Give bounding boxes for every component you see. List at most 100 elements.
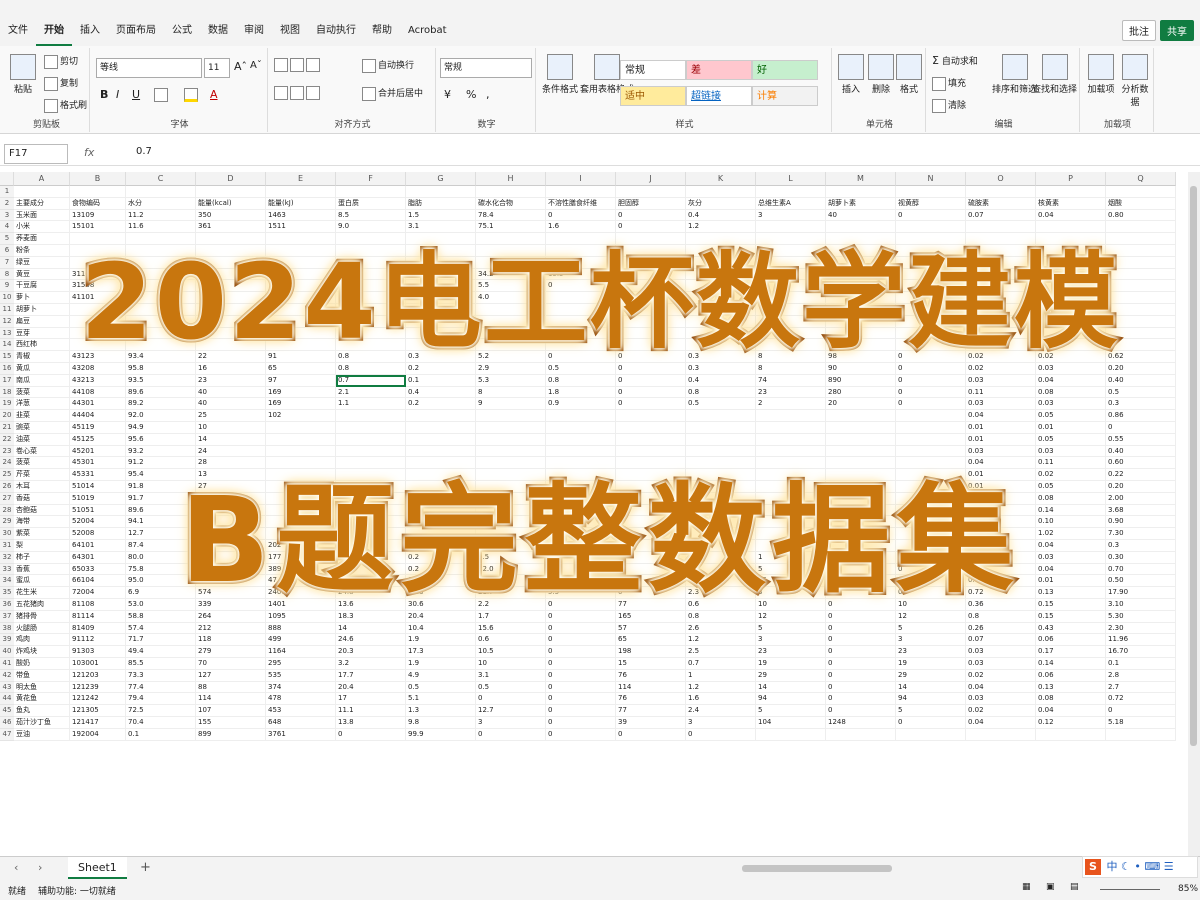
menu-tab-1[interactable]: 开始	[36, 16, 72, 46]
table-cell[interactable]: 0.08	[1036, 693, 1106, 706]
table-cell[interactable]	[476, 410, 546, 422]
table-cell[interactable]: 0.4	[406, 386, 476, 399]
table-cell[interactable]: 洋葱	[14, 398, 70, 411]
header-cell[interactable]: 核黄素	[1036, 197, 1106, 210]
table-cell[interactable]: 0	[826, 646, 896, 658]
table-cell[interactable]: 0	[546, 658, 616, 670]
table-cell[interactable]	[266, 186, 336, 198]
table-cell[interactable]: 95.6	[126, 433, 196, 446]
table-cell[interactable]: 带鱼	[14, 669, 70, 682]
table-cell[interactable]	[756, 422, 826, 434]
menu-tab-4[interactable]: 公式	[164, 16, 200, 46]
table-cell[interactable]: 0	[1106, 422, 1176, 434]
table-cell[interactable]: 0	[546, 693, 616, 706]
table-cell[interactable]	[966, 728, 1036, 741]
table-cell[interactable]: 0	[896, 398, 966, 411]
table-cell[interactable]: 0.03	[966, 646, 1036, 658]
header-cell[interactable]: 碳水化合物	[476, 197, 546, 210]
table-cell[interactable]	[266, 422, 336, 434]
row-header[interactable]: 46	[0, 717, 14, 729]
header-cell[interactable]: 脂肪	[406, 197, 476, 210]
table-cell[interactable]: 豆油	[14, 728, 70, 741]
column-header-J[interactable]: J	[616, 172, 686, 186]
table-cell[interactable]: 酸奶	[14, 658, 70, 670]
table-cell[interactable]	[476, 445, 546, 458]
table-cell[interactable]: 0	[616, 728, 686, 741]
table-cell[interactable]	[896, 433, 966, 446]
table-cell[interactable]: 2.4	[686, 705, 756, 717]
table-cell[interactable]: 5	[896, 705, 966, 717]
column-header-Q[interactable]: Q	[1106, 172, 1176, 186]
table-cell[interactable]: 0.06	[1036, 669, 1106, 682]
table-cell[interactable]: 17.7	[336, 669, 406, 682]
format-cells-button[interactable]: 格式	[896, 54, 922, 95]
table-cell[interactable]: 0.03	[966, 693, 1036, 706]
table-cell[interactable]: 14	[196, 433, 266, 446]
table-cell[interactable]	[14, 186, 70, 198]
table-cell[interactable]: 23	[196, 374, 266, 387]
table-cell[interactable]: 0	[476, 728, 546, 741]
table-cell[interactable]: 0.04	[1036, 374, 1106, 387]
analyze-data-button[interactable]: 分析数据	[1120, 54, 1150, 108]
table-cell[interactable]: 3	[756, 209, 826, 222]
table-cell[interactable]: 0.01	[966, 433, 1036, 446]
table-cell[interactable]	[1106, 186, 1176, 198]
table-cell[interactable]: 0	[336, 728, 406, 741]
menu-tab-10[interactable]: Acrobat	[400, 16, 455, 46]
wrap-text-button[interactable]: 自动换行	[362, 58, 414, 73]
table-cell[interactable]: 0.04	[966, 717, 1036, 729]
table-cell[interactable]: 169	[266, 398, 336, 411]
table-cell[interactable]: 121239	[70, 681, 126, 694]
cut-button[interactable]: 剪切	[44, 54, 78, 69]
table-cell[interactable]: 280	[826, 386, 896, 399]
table-cell[interactable]: 0.05	[1036, 433, 1106, 446]
formula-input[interactable]: 0.7	[136, 146, 152, 157]
table-cell[interactable]: 0	[616, 374, 686, 387]
table-cell[interactable]: 77	[616, 705, 686, 717]
table-cell[interactable]: 478	[266, 693, 336, 706]
header-cell[interactable]: 胡萝卜素	[826, 197, 896, 210]
row-header[interactable]: 18	[0, 386, 14, 399]
column-header-A[interactable]: A	[14, 172, 70, 186]
row-header[interactable]: 21	[0, 422, 14, 434]
table-cell[interactable]: 3.2	[336, 658, 406, 670]
table-cell[interactable]: 93.2	[126, 445, 196, 458]
row-header[interactable]: 20	[0, 410, 14, 422]
table-cell[interactable]: 0.01	[966, 422, 1036, 434]
table-cell[interactable]: 0.08	[1036, 386, 1106, 399]
header-cell[interactable]: 蛋白质	[336, 197, 406, 210]
table-cell[interactable]: 13109	[70, 209, 126, 222]
table-cell[interactable]: 1.1	[336, 398, 406, 411]
table-cell[interactable]: 192004	[70, 728, 126, 741]
table-cell[interactable]: 0.86	[1106, 410, 1176, 422]
table-cell[interactable]: 0.03	[966, 398, 1036, 411]
table-cell[interactable]: 0.13	[1036, 681, 1106, 694]
row-header[interactable]: 22	[0, 433, 14, 446]
table-cell[interactable]: 45125	[70, 433, 126, 446]
style-neutral[interactable]: 适中	[620, 86, 686, 106]
table-cell[interactable]: 11.2	[126, 209, 196, 222]
comma-button[interactable]: ,	[486, 88, 490, 101]
table-cell[interactable]: 0	[826, 669, 896, 682]
table-cell[interactable]	[756, 433, 826, 446]
column-header-C[interactable]: C	[126, 172, 196, 186]
table-cell[interactable]: 豌菜	[14, 422, 70, 434]
fill-button[interactable]: 填充	[932, 76, 966, 91]
table-cell[interactable]	[546, 422, 616, 434]
table-cell[interactable]	[126, 186, 196, 198]
table-cell[interactable]: 29	[756, 669, 826, 682]
table-cell[interactable]: 0	[616, 398, 686, 411]
table-cell[interactable]	[686, 433, 756, 446]
table-cell[interactable]: 20	[826, 398, 896, 411]
table-cell[interactable]	[406, 410, 476, 422]
table-cell[interactable]	[826, 445, 896, 458]
table-cell[interactable]: 94	[756, 693, 826, 706]
table-cell[interactable]: 24.6	[336, 634, 406, 647]
table-cell[interactable]: 57	[616, 622, 686, 635]
table-cell[interactable]: 5	[896, 622, 966, 635]
table-cell[interactable]: 104	[756, 717, 826, 729]
header-cell[interactable]: 烟酸	[1106, 197, 1176, 210]
table-cell[interactable]: 295	[266, 658, 336, 670]
table-cell[interactable]: 72.5	[126, 705, 196, 717]
merge-center-button[interactable]: 合并后居中	[362, 86, 423, 101]
